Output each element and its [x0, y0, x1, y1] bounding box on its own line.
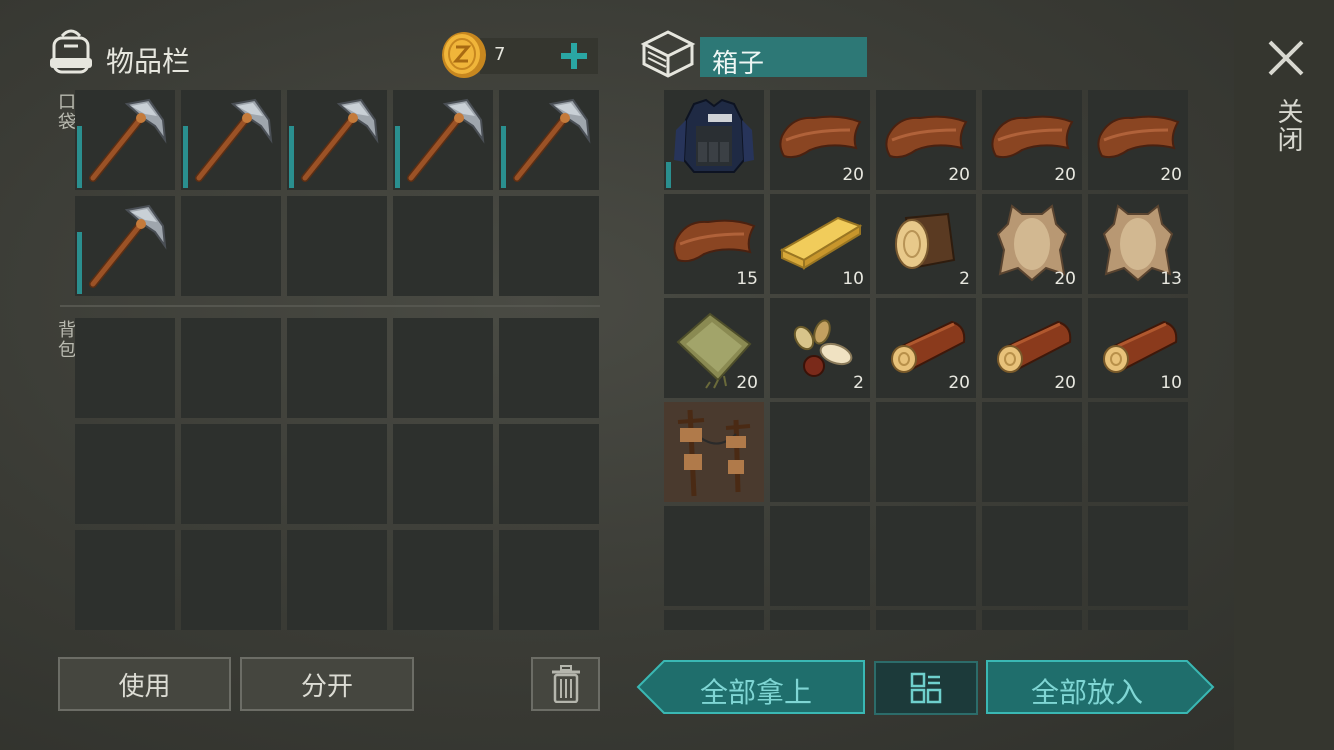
durability-bar: [395, 126, 400, 188]
put-all-button[interactable]: 全部放入: [985, 659, 1215, 715]
coin-icon: [440, 30, 488, 80]
pocket-slot[interactable]: [499, 196, 599, 296]
coin-counter: 7: [440, 32, 600, 78]
box-slot[interactable]: 20: [876, 298, 976, 398]
close-label[interactable]: 关闭: [1270, 98, 1307, 154]
sort-grid-icon: [910, 672, 942, 704]
backpack-slot[interactable]: [181, 424, 281, 524]
item-count: 13: [1160, 269, 1182, 289]
durability-bar: [77, 126, 82, 188]
item-count: 15: [736, 269, 758, 289]
box-slot[interactable]: 20: [982, 298, 1082, 398]
take-all-label: 全部拿上: [700, 676, 813, 709]
box-slot[interactable]: [1088, 402, 1188, 502]
box-slot[interactable]: 2: [770, 298, 870, 398]
backpack-slot[interactable]: [287, 318, 387, 418]
backpack-slot[interactable]: [181, 530, 281, 630]
box-slot[interactable]: 10: [1088, 298, 1188, 398]
box-slot[interactable]: [664, 506, 764, 606]
item-count: 2: [853, 373, 864, 393]
pocket-slot[interactable]: [287, 196, 387, 296]
box-slot[interactable]: [770, 402, 870, 502]
durability-bar: [77, 232, 82, 294]
backpack-slot[interactable]: [75, 530, 175, 630]
durability-bar: [289, 126, 294, 188]
box-slot[interactable]: 10: [770, 194, 870, 294]
item-count: 20: [948, 165, 970, 185]
box-slot[interactable]: 20: [1088, 90, 1188, 190]
box-icon: [640, 28, 696, 80]
box-slot[interactable]: 20: [664, 298, 764, 398]
backpack-slot[interactable]: [287, 424, 387, 524]
box-slot[interactable]: 13: [1088, 194, 1188, 294]
pocket-slot[interactable]: [181, 196, 281, 296]
box-slot[interactable]: [1088, 506, 1188, 606]
box-slot[interactable]: [876, 610, 976, 630]
item-count: 20: [736, 373, 758, 393]
box-slot[interactable]: [982, 506, 1082, 606]
box-slot[interactable]: [770, 506, 870, 606]
backpack-slot[interactable]: [393, 424, 493, 524]
box-slot[interactable]: 20: [982, 90, 1082, 190]
split-button[interactable]: 分开: [240, 657, 414, 711]
divider: [60, 305, 600, 307]
box-slot[interactable]: [664, 402, 764, 502]
backpack-slot[interactable]: [393, 318, 493, 418]
pocket-slot[interactable]: [499, 90, 599, 190]
backpack-icon: [46, 26, 96, 76]
durability-bar: [666, 162, 671, 188]
box-title-field[interactable]: 箱子: [700, 37, 867, 79]
item-count: 20: [842, 165, 864, 185]
box-slot[interactable]: 2: [876, 194, 976, 294]
box-slot[interactable]: [770, 610, 870, 630]
pocket-slot[interactable]: [287, 90, 387, 190]
backpack-slot[interactable]: [499, 530, 599, 630]
pocket-slot[interactable]: [181, 90, 281, 190]
sort-button[interactable]: [874, 661, 978, 715]
box-slot[interactable]: 20: [876, 90, 976, 190]
use-button[interactable]: 使用: [58, 657, 231, 711]
backpack-slot[interactable]: [181, 318, 281, 418]
backpack-slot[interactable]: [499, 318, 599, 418]
backpack-slot[interactable]: [75, 318, 175, 418]
pocket-slot[interactable]: [393, 196, 493, 296]
pocket-slot[interactable]: [393, 90, 493, 190]
item-count: 10: [842, 269, 864, 289]
box-title: 箱子: [712, 49, 765, 79]
box-slot[interactable]: [664, 90, 764, 190]
backpack-slot[interactable]: [287, 530, 387, 630]
box-slot[interactable]: [664, 610, 764, 630]
close-icon[interactable]: [1266, 38, 1306, 78]
take-all-button[interactable]: 全部拿上: [636, 659, 866, 715]
box-slot[interactable]: [876, 506, 976, 606]
trash-icon: [551, 665, 580, 703]
box-slot[interactable]: 15: [664, 194, 764, 294]
backpack-slot[interactable]: [499, 424, 599, 524]
plus-icon[interactable]: [558, 40, 590, 72]
item-count: 20: [1160, 165, 1182, 185]
box-slot[interactable]: [1088, 610, 1188, 630]
item-count: 20: [948, 373, 970, 393]
pocket-slot[interactable]: [75, 196, 175, 296]
item-count: 2: [959, 269, 970, 289]
backpack-slot[interactable]: [393, 530, 493, 630]
item-count: 20: [1054, 269, 1076, 289]
item-count: 20: [1054, 373, 1076, 393]
durability-bar: [183, 126, 188, 188]
backpack-slot[interactable]: [75, 424, 175, 524]
inventory-title: 物品栏: [106, 45, 191, 78]
box-slot[interactable]: 20: [982, 194, 1082, 294]
durability-bar: [501, 126, 506, 188]
box-slot[interactable]: 20: [770, 90, 870, 190]
trash-button[interactable]: [531, 657, 600, 711]
box-slot[interactable]: [876, 402, 976, 502]
item-count: 10: [1160, 373, 1182, 393]
item-count: 20: [1054, 165, 1076, 185]
coin-count: 7: [494, 44, 506, 65]
put-all-label: 全部放入: [1031, 676, 1144, 709]
box-slot[interactable]: [982, 610, 1082, 630]
pocket-slot[interactable]: [75, 90, 175, 190]
box-slot[interactable]: [982, 402, 1082, 502]
